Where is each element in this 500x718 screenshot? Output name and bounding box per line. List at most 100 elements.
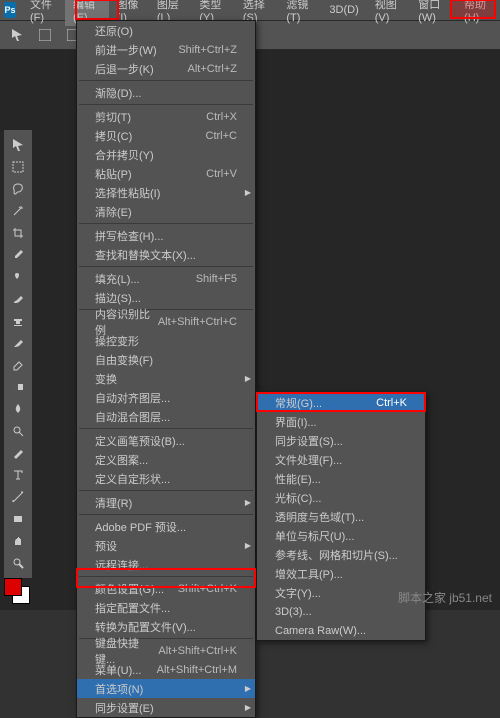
menu-label: 定义自定形状... bbox=[95, 471, 170, 487]
edit-menu-item[interactable]: 自动混合图层... bbox=[77, 407, 255, 426]
edit-menu-item[interactable]: 选择性粘贴(I)▶ bbox=[77, 183, 255, 202]
pref-menu-item[interactable]: 光标(C)... bbox=[257, 488, 425, 507]
menu-label: 参考线、网格和切片(S)... bbox=[275, 547, 398, 563]
current-tool-icon[interactable] bbox=[8, 26, 26, 44]
submenu-arrow-icon: ▶ bbox=[245, 703, 251, 712]
menu-label: 性能(E)... bbox=[275, 471, 321, 487]
pref-menu-item[interactable]: 透明度与色域(T)... bbox=[257, 507, 425, 526]
tool-heal[interactable] bbox=[4, 266, 32, 288]
tool-zoom[interactable] bbox=[4, 552, 32, 574]
pref-menu-item[interactable]: 常规(G)...Ctrl+K bbox=[257, 393, 425, 412]
tool-crop[interactable] bbox=[4, 222, 32, 244]
edit-menu-item[interactable]: 粘贴(P)Ctrl+V bbox=[77, 164, 255, 183]
menu-label: 界面(I)... bbox=[275, 414, 317, 430]
menu-label: 自动混合图层... bbox=[95, 409, 170, 425]
pref-menu-item[interactable]: 界面(I)... bbox=[257, 412, 425, 431]
menu-shortcut: Ctrl+C bbox=[206, 130, 237, 142]
edit-menu-item[interactable]: 填充(L)...Shift+F5 bbox=[77, 269, 255, 288]
edit-menu-item[interactable]: 定义图案... bbox=[77, 450, 255, 469]
menu-label: 常规(G)... bbox=[275, 395, 322, 411]
edit-menu-item[interactable]: 定义画笔预设(B)... bbox=[77, 431, 255, 450]
pref-menu-item[interactable]: 单位与标尺(U)... bbox=[257, 526, 425, 545]
edit-menu-item[interactable]: 定义自定形状... bbox=[77, 469, 255, 488]
tool-path[interactable] bbox=[4, 486, 32, 508]
edit-menu-item[interactable]: 操控变形 bbox=[77, 331, 255, 350]
edit-menu-item[interactable]: 合并拷贝(Y) bbox=[77, 145, 255, 164]
color-swatches[interactable] bbox=[4, 578, 32, 606]
pref-menu-item[interactable]: Camera Raw(W)... bbox=[257, 621, 425, 640]
menu-label: 清除(E) bbox=[95, 204, 132, 220]
menu-label: 文件处理(F)... bbox=[275, 452, 342, 468]
edit-menu-item[interactable]: 剪切(T)Ctrl+X bbox=[77, 107, 255, 126]
tool-pen[interactable] bbox=[4, 442, 32, 464]
menu-label: 指定配置文件... bbox=[95, 600, 170, 616]
pref-menu-item[interactable]: 参考线、网格和切片(S)... bbox=[257, 545, 425, 564]
tool-blur[interactable] bbox=[4, 398, 32, 420]
menubar-view[interactable]: 视图(V) bbox=[367, 0, 411, 26]
tool-brush[interactable] bbox=[4, 288, 32, 310]
tool-stamp[interactable] bbox=[4, 310, 32, 332]
pref-menu-item[interactable]: 同步设置(S)... bbox=[257, 431, 425, 450]
tool-hand[interactable] bbox=[4, 530, 32, 552]
tool-type[interactable] bbox=[4, 464, 32, 486]
edit-menu-item[interactable]: 指定配置文件... bbox=[77, 598, 255, 617]
tool-eyedrop[interactable] bbox=[4, 244, 32, 266]
tool-move[interactable] bbox=[4, 134, 32, 156]
edit-menu-item[interactable]: 后退一步(K)Alt+Ctrl+Z bbox=[77, 59, 255, 78]
menu-label: 渐隐(D)... bbox=[95, 85, 141, 101]
tool-lasso[interactable] bbox=[4, 178, 32, 200]
edit-menu-item[interactable]: 前进一步(W)Shift+Ctrl+Z bbox=[77, 40, 255, 59]
app-logo: Ps bbox=[4, 2, 16, 18]
edit-menu-item[interactable]: 清除(E) bbox=[77, 202, 255, 221]
edit-menu-item[interactable]: 远程连接... bbox=[77, 555, 255, 574]
menu-label: 剪切(T) bbox=[95, 109, 131, 125]
edit-menu-item[interactable]: 同步设置(E)▶ bbox=[77, 698, 255, 717]
edit-menu-item[interactable]: 还原(O) bbox=[77, 21, 255, 40]
edit-menu-item[interactable]: 自动对齐图层... bbox=[77, 388, 255, 407]
edit-menu-item[interactable]: 转换为配置文件(V)... bbox=[77, 617, 255, 636]
edit-menu-item[interactable]: 查找和替换文本(X)... bbox=[77, 245, 255, 264]
menu-label: 选择性粘贴(I) bbox=[95, 185, 160, 201]
menu-label: 颜色设置(G)... bbox=[95, 581, 164, 597]
menu-separator bbox=[79, 428, 253, 429]
edit-menu-item[interactable]: 拷贝(C)Ctrl+C bbox=[77, 126, 255, 145]
menu-label: 描边(S)... bbox=[95, 290, 141, 306]
menubar-help[interactable]: 帮助(H) bbox=[456, 0, 500, 26]
edit-menu-item[interactable]: 预设▶ bbox=[77, 536, 255, 555]
tool-dodge[interactable] bbox=[4, 420, 32, 442]
tool-eraser[interactable] bbox=[4, 354, 32, 376]
edit-menu-item[interactable]: 内容识别比例Alt+Shift+Ctrl+C bbox=[77, 312, 255, 331]
submenu-arrow-icon: ▶ bbox=[245, 498, 251, 507]
edit-menu-item[interactable]: Adobe PDF 预设... bbox=[77, 517, 255, 536]
menu-shortcut: Alt+Shift+Ctrl+C bbox=[158, 316, 237, 328]
edit-menu-item[interactable]: 颜色设置(G)...Shift+Ctrl+K bbox=[77, 579, 255, 598]
tool-history[interactable] bbox=[4, 332, 32, 354]
edit-menu-item[interactable]: 首选项(N)▶ bbox=[77, 679, 255, 698]
menubar-file[interactable]: 文件(F) bbox=[22, 0, 65, 26]
menu-label: 透明度与色域(T)... bbox=[275, 509, 364, 525]
pref-menu-item[interactable]: 文件处理(F)... bbox=[257, 450, 425, 469]
menubar-3d[interactable]: 3D(D) bbox=[321, 2, 366, 18]
tool-marquee[interactable] bbox=[4, 156, 32, 178]
edit-menu-item[interactable]: 描边(S)... bbox=[77, 288, 255, 307]
edit-menu-item[interactable]: 自由变换(F) bbox=[77, 350, 255, 369]
pref-menu-item[interactable]: 性能(E)... bbox=[257, 469, 425, 488]
menu-label: 变换 bbox=[95, 371, 117, 387]
tool-gradient[interactable] bbox=[4, 376, 32, 398]
edit-menu-item[interactable]: 清理(R)▶ bbox=[77, 493, 255, 512]
tool-rect[interactable] bbox=[4, 508, 32, 530]
menubar-window[interactable]: 窗口(W) bbox=[410, 0, 456, 26]
edit-menu-item[interactable]: 键盘快捷键...Alt+Shift+Ctrl+K bbox=[77, 641, 255, 660]
menu-label: 粘贴(P) bbox=[95, 166, 132, 182]
edit-menu-item[interactable]: 拼写检查(H)... bbox=[77, 226, 255, 245]
auto-select-check[interactable] bbox=[36, 26, 54, 44]
edit-menu-item[interactable]: 菜单(U)...Alt+Shift+Ctrl+M bbox=[77, 660, 255, 679]
tool-wand[interactable] bbox=[4, 200, 32, 222]
submenu-arrow-icon: ▶ bbox=[245, 541, 251, 550]
pref-menu-item[interactable]: 增效工具(P)... bbox=[257, 564, 425, 583]
edit-menu-item[interactable]: 变换▶ bbox=[77, 369, 255, 388]
foreground-color[interactable] bbox=[4, 578, 22, 596]
edit-menu-item[interactable]: 渐隐(D)... bbox=[77, 83, 255, 102]
menubar-filter[interactable]: 滤镜(T) bbox=[278, 0, 321, 26]
menu-label: 远程连接... bbox=[95, 557, 148, 573]
